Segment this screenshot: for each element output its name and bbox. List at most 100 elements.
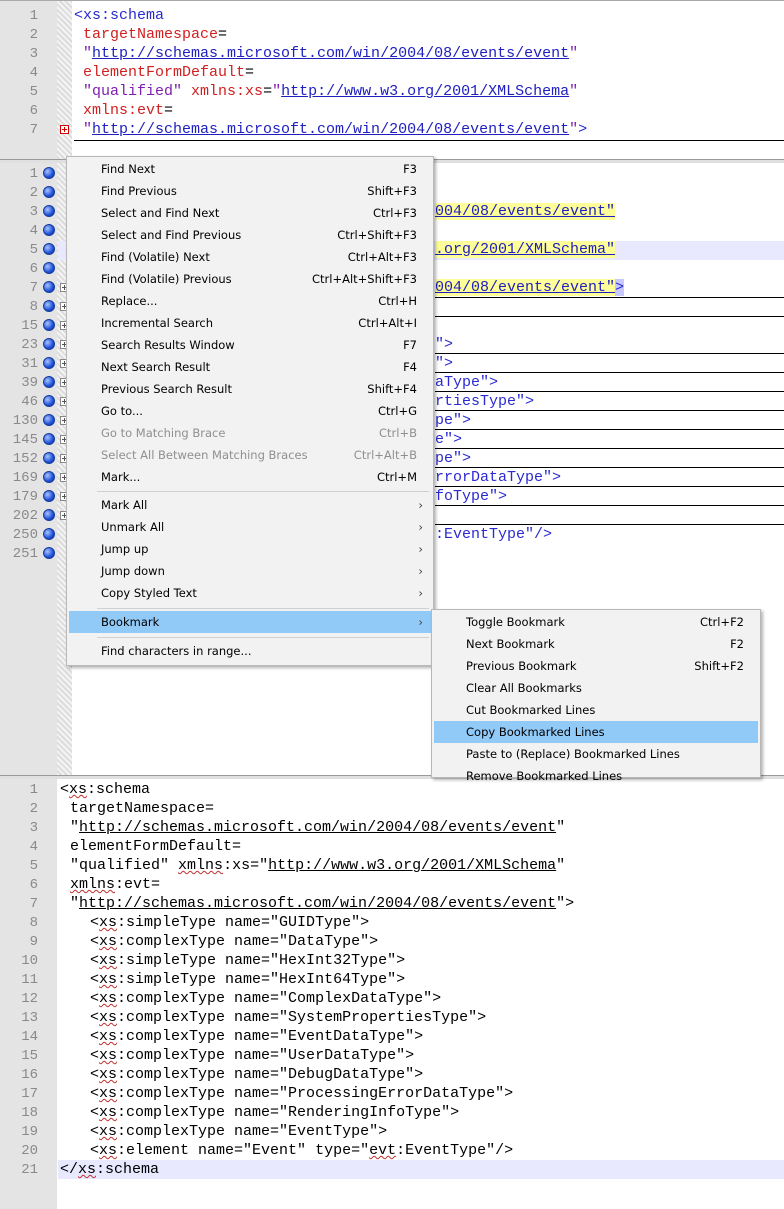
- schema-url-link[interactable]: http://www.w3.org/2001/XMLSchema: [281, 83, 569, 100]
- submenu-item-toggle-bookmark[interactable]: Toggle Bookmark Ctrl+F2: [434, 611, 758, 633]
- submenu-item-paste-to-replace-bookmarked-lines[interactable]: Paste to (Replace) Bookmarked Lines: [434, 743, 758, 765]
- menu-item-find-next[interactable]: Find Next F3: [69, 158, 431, 180]
- bookmark-icon[interactable]: [43, 224, 55, 236]
- submenu-item-clear-all-bookmarks[interactable]: Clear All Bookmarks: [434, 677, 758, 699]
- menu-item-label: Select and Find Previous: [101, 228, 242, 242]
- menu-item-mark[interactable]: Mark... Ctrl+M: [69, 466, 431, 488]
- bookmark-icon[interactable]: [43, 433, 55, 445]
- bookmark-icon[interactable]: [43, 452, 55, 464]
- menu-item-select-and-find-previous[interactable]: Select and Find Previous Ctrl+Shift+F3: [69, 224, 431, 246]
- line-number: 2: [29, 801, 38, 817]
- menu-item-unmark-all[interactable]: Unmark All ›: [69, 516, 431, 538]
- menu-item-shortcut: Shift+F2: [694, 659, 744, 673]
- menu-item-shortcut: Ctrl+M: [376, 470, 417, 484]
- bookmark-icon[interactable]: [43, 319, 55, 331]
- menu-item-bookmark[interactable]: Bookmark ›: [69, 611, 431, 633]
- menu-item-search-results-window[interactable]: Search Results Window F7: [69, 334, 431, 356]
- fold-expand-icon[interactable]: [60, 125, 69, 134]
- code-fragment: rrorDataType">: [435, 469, 562, 486]
- menu-item-next-search-result[interactable]: Next Search Result F4: [69, 356, 431, 378]
- code-line: <xs:complexType name="UserDataType">: [90, 1047, 415, 1064]
- bookmark-icon[interactable]: [43, 167, 55, 179]
- bookmark-icon[interactable]: [43, 281, 55, 293]
- submenu-item-previous-bookmark[interactable]: Previous Bookmark Shift+F2: [434, 655, 758, 677]
- line-number: 7: [29, 122, 38, 138]
- menu-item-select-all-between-matching-braces: Select All Between Matching Braces Ctrl+A…: [69, 444, 431, 466]
- bookmark-icon[interactable]: [43, 547, 55, 559]
- submenu-item-cut-bookmarked-lines[interactable]: Cut Bookmarked Lines: [434, 699, 758, 721]
- code-fragment: pe">: [435, 412, 472, 429]
- line-number: 7: [29, 280, 38, 296]
- bookmark-icon[interactable]: [43, 395, 55, 407]
- menu-item-label: Previous Bookmark: [466, 659, 577, 673]
- menu-item-replace[interactable]: Replace... Ctrl+H: [69, 290, 431, 312]
- line-number: 2: [29, 185, 38, 201]
- code-line: <xs:complexType name="ComplexDataType">: [90, 990, 442, 1007]
- bookmark-icon[interactable]: [43, 300, 55, 312]
- editor-pane-bottom[interactable]: 1 2 3 4 5 6 7 8 9 10 11 12 13 14 15 16 17 18 19 20 21 <xs:sc…: [0, 779, 784, 1209]
- line-number: 23: [21, 337, 38, 353]
- menu-item-shortcut: Shift+F4: [367, 382, 417, 396]
- line-number: 14: [21, 1029, 38, 1045]
- menu-item-find-volatile-previous[interactable]: Find (Volatile) Previous Ctrl+Alt+Shift+F…: [69, 268, 431, 290]
- submenu-item-remove-bookmarked-lines[interactable]: Remove Bookmarked Lines: [434, 765, 758, 787]
- code-fragment: 004/08/events/event": [435, 203, 616, 220]
- menu-item-select-and-find-next[interactable]: Select and Find Next Ctrl+F3: [69, 202, 431, 224]
- fold-line: [435, 410, 784, 411]
- line-number: 8: [29, 299, 38, 315]
- events-url-link[interactable]: http://schemas.microsoft.com/win/2004/08…: [79, 895, 556, 912]
- menu-item-shortcut: Ctrl+Alt+I: [358, 316, 417, 330]
- menu-item-shortcut: Ctrl+Alt+F3: [347, 250, 417, 264]
- menu-item-find-previous[interactable]: Find Previous Shift+F3: [69, 180, 431, 202]
- bookmark-icon[interactable]: [43, 509, 55, 521]
- bookmark-icon[interactable]: [43, 186, 55, 198]
- menu-item-label: Go to...: [101, 404, 143, 418]
- menu-item-previous-search-result[interactable]: Previous Search Result Shift+F4: [69, 378, 431, 400]
- bookmark-icon[interactable]: [43, 471, 55, 483]
- submenu-item-copy-bookmarked-lines[interactable]: Copy Bookmarked Lines: [434, 721, 758, 743]
- code-line: <xs:complexType name="EventType">: [90, 1123, 388, 1140]
- events-url-link[interactable]: http://schemas.microsoft.com/win/2004/08…: [79, 819, 556, 836]
- bookmark-icon[interactable]: [43, 490, 55, 502]
- editor-pane-top[interactable]: 1 2 3 4 5 6 7 <xs:schema targetNamespace…: [0, 0, 784, 161]
- fold-line: [74, 140, 784, 141]
- events-url-link[interactable]: http://schemas.microsoft.com/win/2004/08…: [92, 45, 569, 62]
- bookmark-icon[interactable]: [43, 338, 55, 350]
- fold-line: [435, 391, 784, 392]
- bookmark-icon[interactable]: [43, 528, 55, 540]
- menu-item-mark-all[interactable]: Mark All ›: [69, 494, 431, 516]
- code-fragment: :EventType"/>: [435, 526, 553, 543]
- bookmark-icon[interactable]: [43, 376, 55, 388]
- menu-item-go-to[interactable]: Go to... Ctrl+G: [69, 400, 431, 422]
- menu-item-jump-up[interactable]: Jump up ›: [69, 538, 431, 560]
- line-number: 145: [12, 432, 38, 448]
- bookmark-icon[interactable]: [43, 205, 55, 217]
- menu-item-copy-styled-text[interactable]: Copy Styled Text ›: [69, 582, 431, 604]
- bookmark-icon[interactable]: [43, 414, 55, 426]
- code-fragment: ">: [435, 355, 454, 372]
- line-number: 9: [29, 934, 38, 950]
- fold-line: [435, 486, 784, 487]
- code-line: <xs:complexType name="DataType">: [90, 933, 379, 950]
- fold-margin: [57, 1, 72, 161]
- menu-item-find-volatile-next[interactable]: Find (Volatile) Next Ctrl+Alt+F3: [69, 246, 431, 268]
- menu-item-label: Find Next: [101, 162, 156, 176]
- submenu-item-next-bookmark[interactable]: Next Bookmark F2: [434, 633, 758, 655]
- bookmark-icon[interactable]: [43, 243, 55, 255]
- menu-item-label: Go to Matching Brace: [101, 426, 226, 440]
- bookmark-icon[interactable]: [43, 262, 55, 274]
- menu-item-shortcut: Ctrl+Alt+B: [353, 448, 417, 462]
- code-line: elementFormDefault=: [83, 64, 255, 81]
- bookmark-icon[interactable]: [43, 357, 55, 369]
- line-number: 13: [21, 1010, 38, 1026]
- menu-item-label: Next Search Result: [101, 360, 211, 374]
- code-line: <xs:element name="Event" type="evt:Event…: [90, 1142, 514, 1159]
- schema-url-link[interactable]: http://www.w3.org/2001/XMLSchema: [268, 857, 556, 874]
- menu-item-find-characters-in-range[interactable]: Find characters in range...: [69, 640, 431, 662]
- menu-item-jump-down[interactable]: Jump down ›: [69, 560, 431, 582]
- fold-line: [435, 429, 784, 430]
- menu-item-incremental-search[interactable]: Incremental Search Ctrl+Alt+I: [69, 312, 431, 334]
- events-url-link[interactable]: http://schemas.microsoft.com/win/2004/08…: [92, 121, 569, 138]
- code-line: <xs:schema: [60, 781, 151, 798]
- menu-item-label: Cut Bookmarked Lines: [466, 703, 596, 717]
